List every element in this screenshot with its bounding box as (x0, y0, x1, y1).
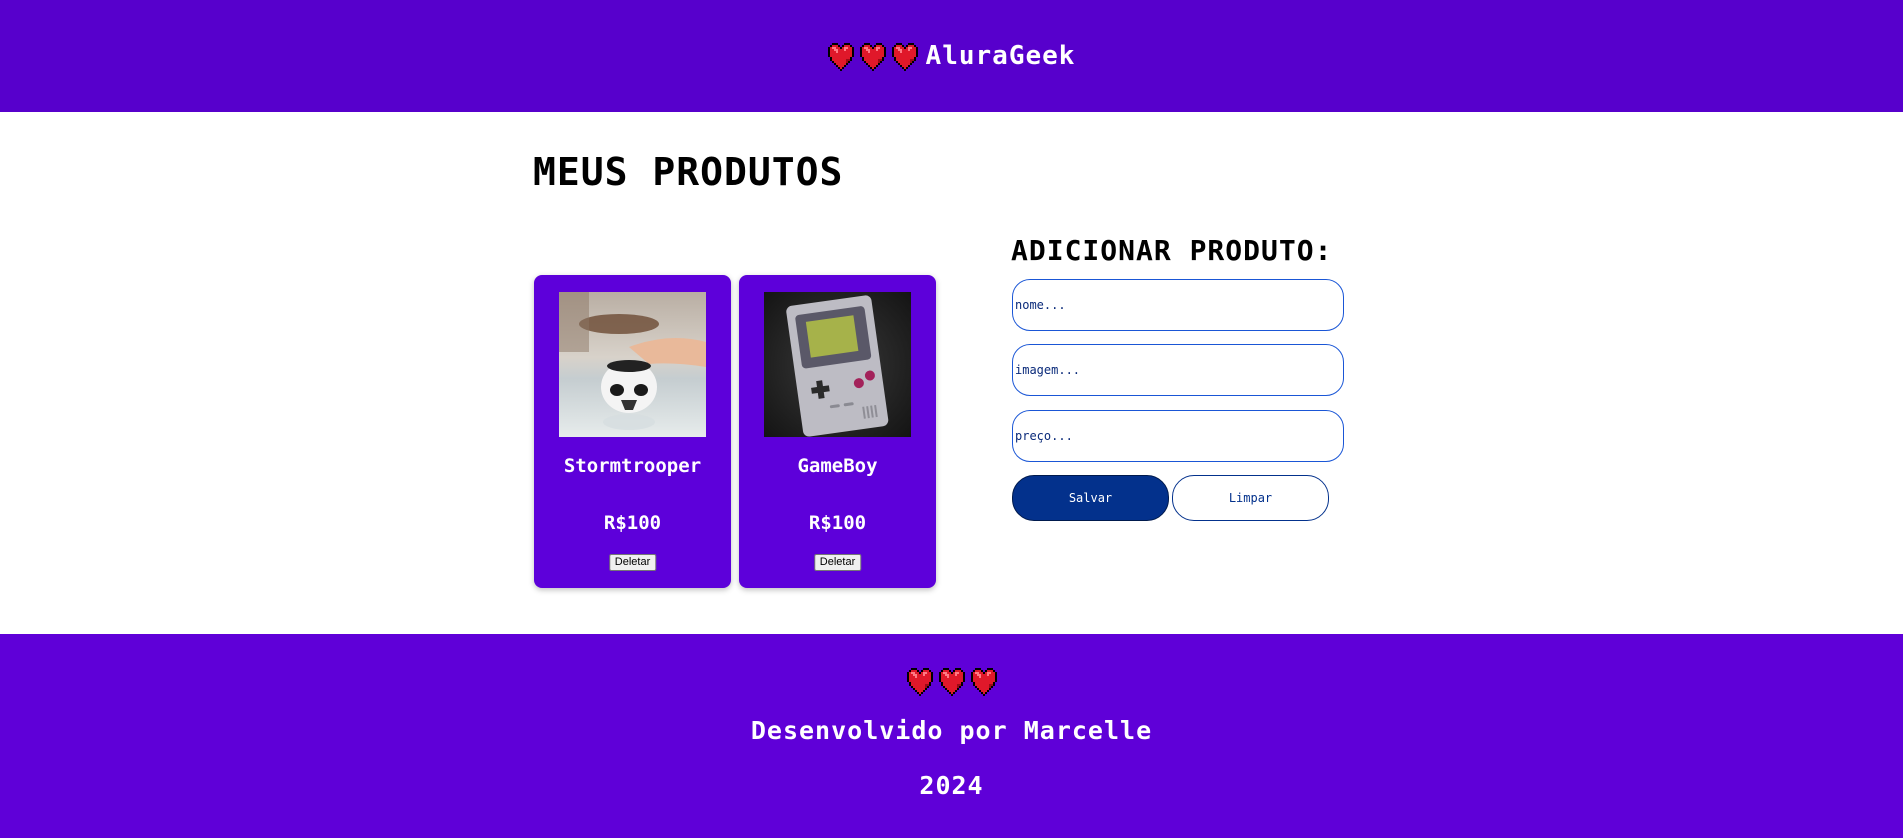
header-hearts (828, 41, 918, 71)
footer-hearts (0, 666, 1903, 696)
add-product-title: ADICIONAR PRODUTO: (1011, 234, 1333, 267)
delete-button[interactable]: Deletar (608, 554, 657, 571)
site-header: AluraGeek (0, 0, 1903, 112)
product-price-input[interactable] (1012, 410, 1344, 462)
site-footer: Desenvolvido por Marcelle 2024 (0, 634, 1903, 838)
stormtrooper-image (559, 292, 706, 437)
gameboy-image (764, 292, 911, 437)
product-price: R$100 (603, 512, 662, 534)
heart-icon (892, 41, 918, 71)
page-title: MEUS PRODUTOS (533, 150, 844, 194)
delete-button[interactable]: Deletar (813, 554, 862, 571)
heart-icon (939, 666, 965, 696)
heart-icon (971, 666, 997, 696)
product-card: Stormtrooper R$100 Deletar (534, 275, 731, 588)
product-image-input[interactable] (1012, 344, 1344, 396)
clear-button[interactable]: Limpar (1172, 475, 1329, 521)
save-button[interactable]: Salvar (1012, 475, 1169, 521)
product-name: GameBoy (797, 455, 878, 477)
footer-year: 2024 (919, 771, 984, 800)
heart-icon (860, 41, 886, 71)
site-logo-text[interactable]: AluraGeek (926, 41, 1076, 71)
product-card: GameBoy R$100 Deletar (739, 275, 936, 588)
footer-credit: Desenvolvido por Marcelle (750, 716, 1153, 745)
product-price: R$100 (808, 512, 867, 534)
heart-icon (828, 41, 854, 71)
heart-icon (907, 666, 933, 696)
product-name-input[interactable] (1012, 279, 1344, 331)
product-name: Stormtrooper (563, 455, 702, 477)
